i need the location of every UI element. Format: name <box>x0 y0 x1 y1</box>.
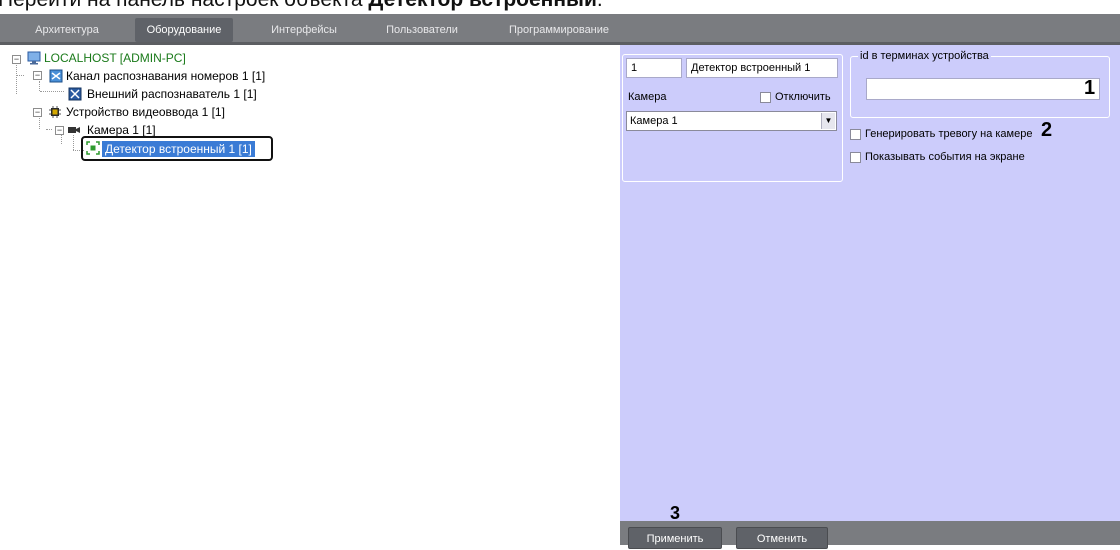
settings-panel: 1 Детектор встроенный 1 Камера Отключить… <box>620 45 1120 549</box>
tree-node-label: Канал распознавания номеров 1 [1] <box>66 69 266 83</box>
camera-expander[interactable]: − <box>55 126 64 135</box>
detector-icon <box>86 141 100 155</box>
tree-node-label: LOCALHOST [ADMIN-PC] <box>44 51 186 65</box>
tab-interfaces[interactable]: Интерфейсы <box>258 18 350 42</box>
recognition-channel-icon <box>49 69 63 83</box>
camera-icon <box>68 127 80 133</box>
show-events-label: Показывать события на экране <box>865 151 1025 163</box>
tree-node-label: Внешний распознаватель 1 [1] <box>87 87 257 101</box>
cancel-button[interactable]: Отменить <box>736 527 828 549</box>
alarm-on-camera-checkbox[interactable] <box>850 129 861 140</box>
disable-checkbox[interactable] <box>760 92 771 103</box>
camera-label: Камера <box>628 91 667 103</box>
recognizer-icon <box>68 87 82 101</box>
object-id-field[interactable]: 1 <box>626 58 682 78</box>
annotation-marker-2: 2 <box>1041 119 1053 141</box>
object-tree: − LOCALHOST [ADMIN-PC] − Канал распознав… <box>0 45 620 545</box>
annotation-marker-1: 1 <box>1084 77 1096 99</box>
tree-node-label: Устройство видеоввода 1 [1] <box>66 105 225 119</box>
tab-programming[interactable]: Программирование <box>500 18 618 42</box>
main-tab-bar: Архитектура Оборудование Интерфейсы Поль… <box>0 14 1120 45</box>
chevron-down-icon[interactable]: ▼ <box>821 113 835 129</box>
show-events-checkbox[interactable] <box>850 152 861 163</box>
tree-node-label: Детектор встроенный 1 [1] <box>102 141 255 157</box>
alarm-on-camera-label: Генерировать тревогу на камере <box>865 128 1033 140</box>
tab-hardware[interactable]: Оборудование <box>135 18 233 42</box>
annotation-marker-3: 3 <box>670 503 681 523</box>
monitor-icon <box>27 51 41 65</box>
object-name-field[interactable]: Детектор встроенный 1 <box>686 58 838 78</box>
tab-users[interactable]: Пользователи <box>372 18 472 42</box>
channel-expander[interactable]: − <box>33 71 42 80</box>
camera-select-value: Камера 1 <box>630 115 678 127</box>
video-device-expander[interactable]: − <box>33 108 42 117</box>
chip-icon <box>49 106 61 118</box>
disable-label: Отключить <box>775 91 831 103</box>
apply-button[interactable]: Применить <box>628 527 722 549</box>
device-id-field[interactable] <box>866 78 1100 100</box>
root-expander[interactable]: − <box>12 55 21 64</box>
camera-select[interactable]: Камера 1 ▼ <box>626 111 837 131</box>
tab-architecture[interactable]: Архитектура <box>18 18 116 42</box>
device-id-group-title: id в терминах устройства <box>858 50 991 62</box>
instruction-caption: Перейти на панель настроек объекта Детек… <box>0 0 603 12</box>
